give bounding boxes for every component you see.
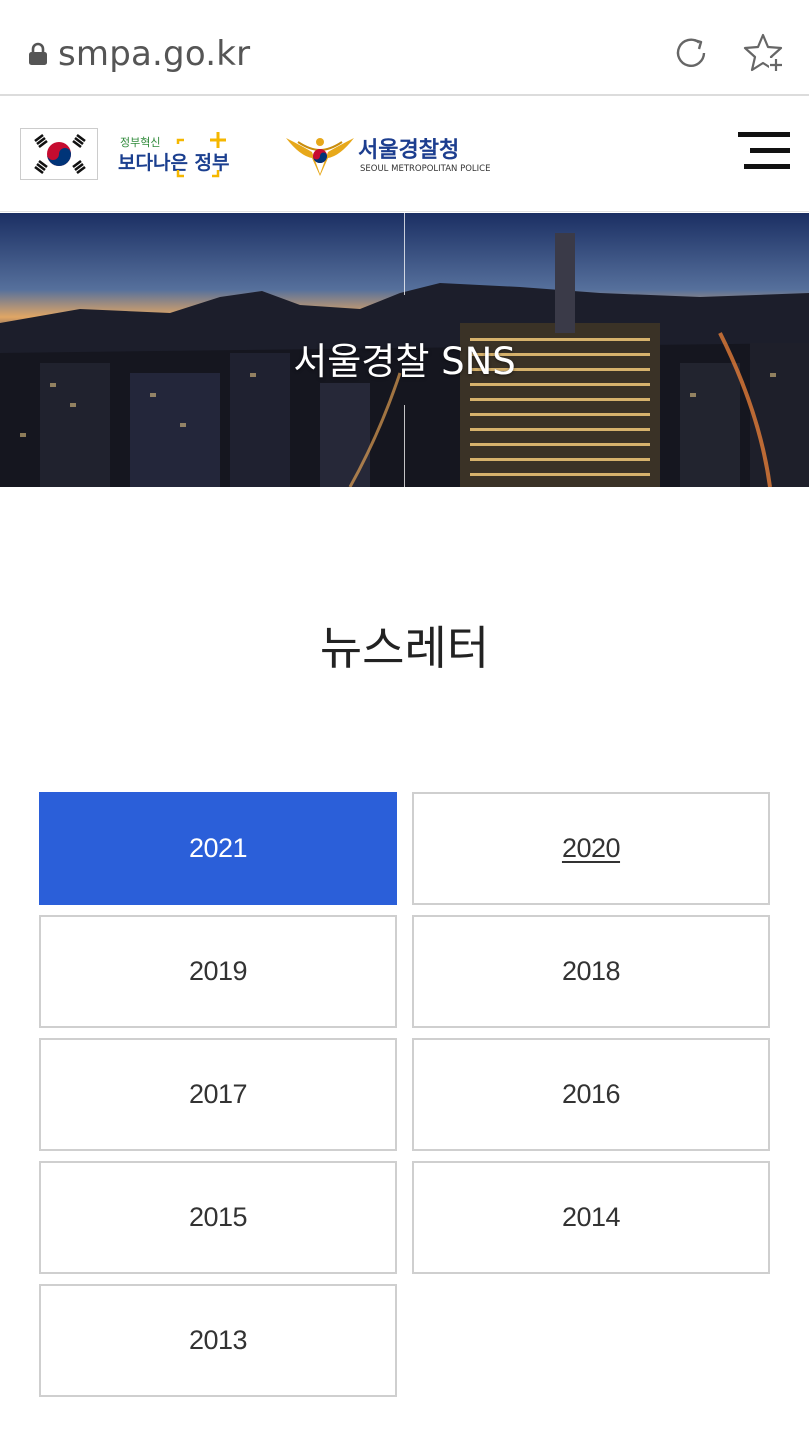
police-english-text: SEOUL METROPOLITAN POLICE [360,164,491,174]
year-label: 2019 [188,956,248,986]
url-text[interactable]: smpa.go.kr [58,34,250,74]
government-innovation-logo[interactable]: 정부혁신 보다나은 정부 [118,130,230,180]
year-button-2020[interactable]: 2020 [412,792,770,905]
reload-icon[interactable] [672,34,710,72]
year-label: 2014 [561,1202,621,1232]
banner-divider-bottom [404,405,405,487]
year-label: 2013 [188,1325,248,1355]
banner-divider-top [404,213,405,295]
hamburger-menu-icon[interactable] [738,132,790,172]
year-button-2014[interactable]: 2014 [412,1161,770,1274]
page-title: 뉴스레터 [319,621,490,675]
year-button-2017[interactable]: 2017 [39,1038,397,1151]
hero-banner: 서울경찰 SNS [0,213,809,487]
police-name-text: 서울경찰청 [358,138,460,163]
year-label: 2015 [188,1202,248,1232]
year-button-2021[interactable]: 2021 [39,792,397,905]
year-label: 2020 [561,833,621,863]
year-button-2015[interactable]: 2015 [39,1161,397,1274]
year-button-2018[interactable]: 2018 [412,915,770,1028]
year-button-2013[interactable]: 2013 [39,1284,397,1397]
year-label: 2021 [188,833,248,863]
year-label: 2017 [188,1079,248,1109]
bookmark-add-icon[interactable] [742,32,784,74]
lock-icon [29,42,47,65]
year-label: 2016 [561,1079,621,1109]
year-button-2019[interactable]: 2019 [39,915,397,1028]
browser-url-bar: smpa.go.kr [0,0,809,96]
banner-title: 서울경찰 SNS [293,340,516,383]
year-button-2016[interactable]: 2016 [412,1038,770,1151]
korea-flag-logo[interactable] [20,128,98,180]
site-header: 정부혁신 보다나은 정부 서울경찰청 SEOUL METROPOLITAN PO… [0,98,809,212]
year-label: 2018 [561,956,621,986]
seoul-police-logo[interactable]: 서울경찰청 SEOUL METROPOLITAN POLICE [284,130,490,180]
